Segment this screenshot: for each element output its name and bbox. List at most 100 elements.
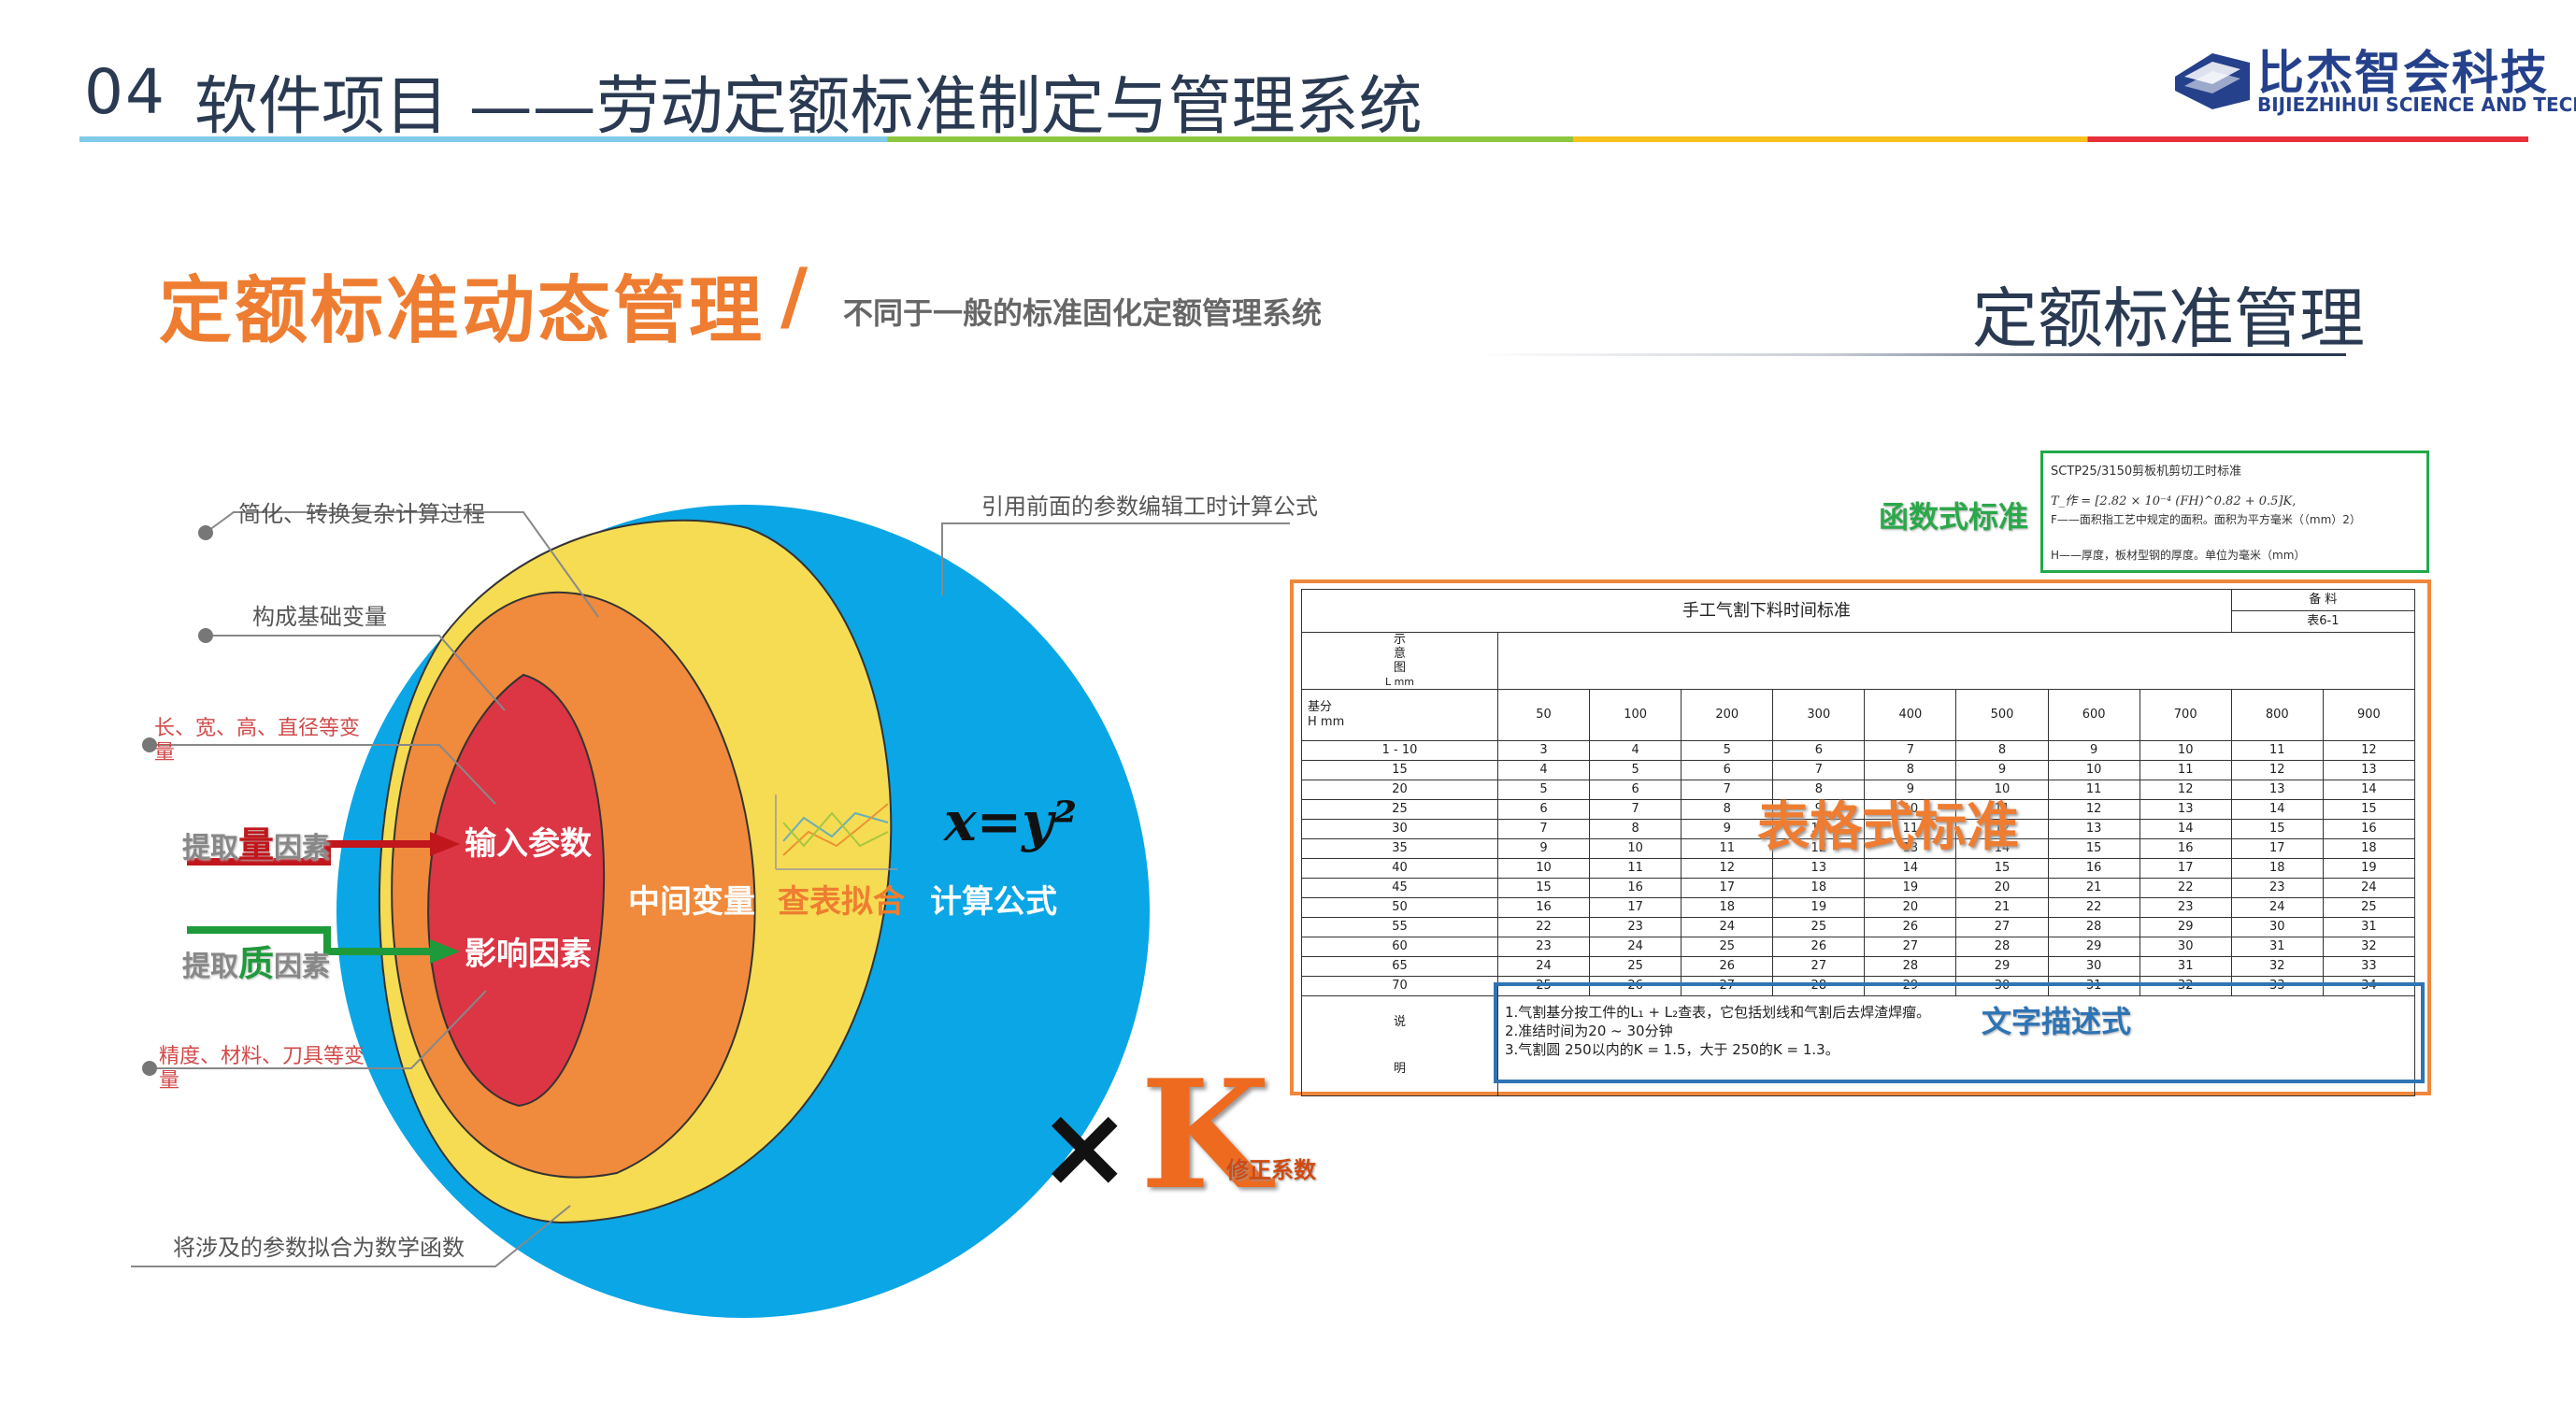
table-row: 50 16 17 18 19 20 21 22 23 24 25 [1301,897,2416,918]
table-cell: 3 [1496,740,1591,761]
diagram-area [1497,632,2415,690]
table-cell: 22 [2139,878,2232,898]
company-logo-icon [2175,53,2250,109]
row-header: 25 [1301,799,1498,820]
multiply-icon: × [1038,1082,1132,1212]
table-cell: 15 [1496,878,1591,898]
table-cell: 12 [2322,740,2416,761]
table-standard-label: 表格式标准 [1757,797,2019,858]
table-cell: 4 [1589,740,1682,761]
table-cell: 31 [2230,937,2324,957]
function-standard-label: 函数式标准 [1879,499,2029,535]
text-standard-line: 2.准结时间为20 ~ 30分钟 [1505,1023,1673,1039]
row-header: 70 [1301,976,1498,996]
table-row: 1 - 10 3 4 5 6 7 8 9 10 11 12 [1301,740,2416,761]
table-cell: 25 [1589,956,1682,977]
table-row: 40 10 11 12 13 14 15 16 17 18 19 [1301,858,2416,879]
table-cell: 23 [2230,878,2324,898]
influence-factors-label: 影响因素 [465,936,592,973]
table-cell: 9 [1955,760,2049,780]
text-standard-line: 1.气割基分按工件的L₁ + L₂查表，它包括划线和气割后去焊渣焊瘤。 [1505,1004,1931,1021]
table-cell: 15 [2230,819,2324,839]
simplify-label: 简化、转换复杂计算过程 [238,501,485,527]
table-cell: 18 [2322,838,2416,859]
table-cell: 11 [2047,780,2140,800]
table-cell: 29 [2047,937,2140,957]
company-logo-subtitle: BIJIEZHIHUI SCIENCE AND TECHNOLOGY [2257,93,2576,116]
table-cell: 13 [1772,858,1866,879]
row-header: 60 [1301,937,1498,957]
column-header: 900 [2322,689,2416,741]
row-header: 30 [1301,819,1498,839]
right-title-underline [1477,353,2346,356]
table-cell: 31 [2322,917,2416,937]
column-header: 200 [1681,689,1774,741]
table-cell: 24 [1681,917,1774,937]
table-cell: 30 [2047,956,2140,977]
fit-label: 将涉及的参数拟合为数学函数 [173,1235,465,1261]
row-header: 15 [1301,760,1498,780]
row-header: 20 [1301,780,1498,800]
table-row: 15 4 5 6 7 8 9 10 11 12 13 [1301,760,2416,780]
notes-label-cell: 说明 [1301,995,1498,1096]
table-cell: 6 [1589,780,1682,800]
cite-label: 引用前面的参数编辑工时计算公式 [981,494,1318,520]
table-row: 55 22 23 24 25 26 27 28 29 30 31 [1301,917,2416,937]
notes-label-2: 明 [1393,1062,1406,1076]
table-cell: 18 [1681,897,1774,918]
text-standard-label: 文字描述式 [1982,1004,2132,1039]
table-cell: 22 [2047,897,2140,918]
table-cell: 14 [2322,780,2416,800]
diagram-cell: 示意图 L mm [1301,632,1498,690]
input-params-label: 输入参数 [465,825,592,863]
text-standard-box: 1.气割基分按工件的L₁ + L₂查表，它包括划线和气割后去焊渣焊瘤。 2.准结时… [1494,982,2425,1083]
table-cell: 7 [1772,760,1866,780]
extract-quantity-label: 提取量因素 [182,824,331,866]
table-cell: 27 [1772,956,1866,977]
correction-factor-label: 修正系数 [1226,1157,1316,1183]
table-cell: 14 [2230,799,2324,820]
table-cell: 6 [1681,760,1774,780]
table-cell: 14 [1864,858,1957,879]
h-mm-label: H mm [1308,715,1345,729]
function-line-h: H——厚度，板材型钢的厚度。单位为毫米（mm） [2051,549,2306,562]
table-cell: 5 [1496,780,1591,800]
lookup-fit-label: 查表拟合 [778,883,905,921]
table-cell: 9 [1496,838,1591,859]
table-cell: 19 [2322,858,2416,879]
table-cell: 18 [2230,858,2324,879]
right-title: 定额标准管理 [1972,280,2365,357]
formula-label: 计算公式 [930,883,1057,921]
table-cell: 16 [2322,819,2416,839]
table-cell: 23 [1589,917,1682,937]
function-standard-title: SCTP25/3150剪板机剪切工时标准 [2051,465,2242,479]
base-vars-label: 构成基础变量 [252,604,387,630]
table-cell: 15 [2047,838,2140,859]
table-cell: 33 [2322,956,2416,977]
table-cell: 19 [1864,878,1957,898]
table-cell: 28 [1955,937,2049,957]
table-cell: 6 [1496,799,1591,820]
table-number: 表6-1 [2230,610,2416,633]
dims-label: 长、宽、高、直径等变量 [154,717,361,765]
table-cell: 25 [1772,917,1866,937]
column-header: 600 [2047,689,2140,741]
table-cell: 11 [2139,760,2232,780]
row-header: 1 - 10 [1301,740,1498,761]
table-cell: 31 [2139,956,2232,977]
table-cell: 10 [2139,740,2232,761]
table-cell: 10 [1496,858,1591,879]
table-cell: 16 [1589,878,1682,898]
table-title: 手工气割下料时间标准 [1301,589,2232,633]
table-cell: 12 [2139,780,2232,800]
formula-glyph: x=y² [944,790,1078,853]
table-cell: 17 [2139,858,2232,879]
table-cell: 20 [1864,897,1957,918]
table-cell: 17 [1589,897,1682,918]
precision-label: 精度、材料、刀具等变量 [159,1045,365,1093]
table-cell: 7 [1589,799,1682,820]
table-cell: 13 [2047,819,2140,839]
table-cell: 25 [1681,937,1774,957]
table-cell: 30 [2139,937,2232,957]
table-row: 45 15 16 17 18 19 20 21 22 23 24 [1301,878,2416,898]
